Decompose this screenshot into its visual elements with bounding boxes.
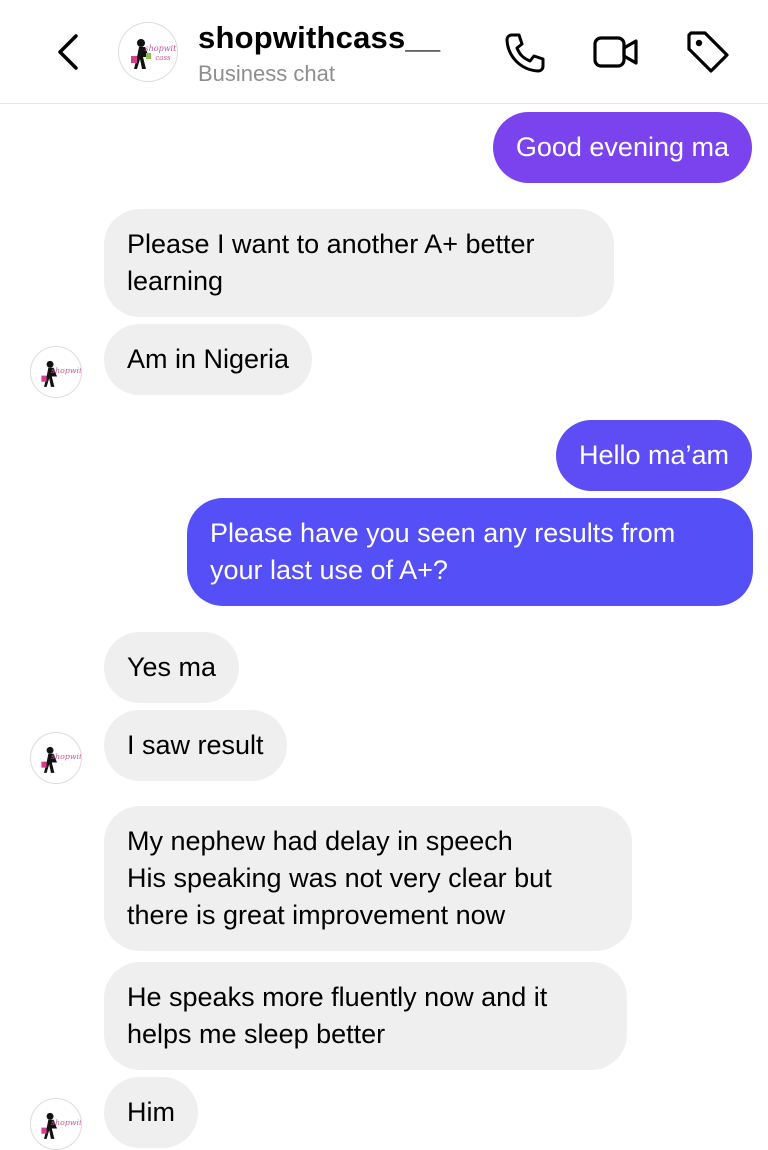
- received-message[interactable]: Am in Nigeria: [104, 324, 313, 395]
- tag-icon: [687, 31, 729, 73]
- page-title[interactable]: shopwithcass__: [198, 20, 440, 56]
- label-button[interactable]: [684, 28, 732, 76]
- svg-text:shopwith: shopwith: [51, 366, 82, 375]
- received-message[interactable]: Please I want to another A+ better learn…: [104, 209, 614, 317]
- back-button[interactable]: [48, 30, 88, 74]
- sent-message[interactable]: Hello ma’am: [555, 420, 752, 491]
- avatar[interactable]: shopwith cass: [118, 22, 178, 82]
- chevron-left-icon: [58, 34, 78, 70]
- shop-logo-icon: shopwith: [41, 746, 82, 773]
- video-camera-icon: [593, 36, 638, 68]
- avatar[interactable]: shopwith: [30, 732, 82, 784]
- chat-type-label: Business chat: [198, 61, 335, 86]
- shop-logo-icon: shopwith: [41, 1112, 82, 1139]
- svg-text:cass: cass: [155, 54, 171, 62]
- received-message[interactable]: He speaks more fluently now and it helps…: [104, 962, 627, 1070]
- svg-text:shopwith: shopwith: [51, 1118, 82, 1127]
- svg-text:shopwith: shopwith: [145, 44, 178, 53]
- received-message[interactable]: Him: [104, 1077, 198, 1148]
- sent-message[interactable]: Please have you seen any results from yo…: [187, 498, 753, 606]
- received-message[interactable]: I saw result: [104, 710, 287, 781]
- shop-logo-icon: shopwith cass: [131, 39, 178, 69]
- shop-logo-icon: shopwith: [41, 360, 82, 387]
- svg-text:shopwith: shopwith: [51, 752, 82, 761]
- phone-icon: [505, 33, 545, 73]
- received-message[interactable]: Yes ma: [104, 632, 240, 703]
- avatar[interactable]: shopwith: [30, 1098, 82, 1150]
- sent-message[interactable]: Good evening ma: [492, 112, 752, 183]
- video-call-button[interactable]: [592, 28, 640, 76]
- received-message[interactable]: My nephew had delay in speech His speaki…: [104, 806, 632, 951]
- call-button[interactable]: [501, 28, 549, 76]
- chat-header: shopwith cass shopwithcass__ Business ch…: [0, 0, 768, 104]
- avatar[interactable]: shopwith: [30, 346, 82, 398]
